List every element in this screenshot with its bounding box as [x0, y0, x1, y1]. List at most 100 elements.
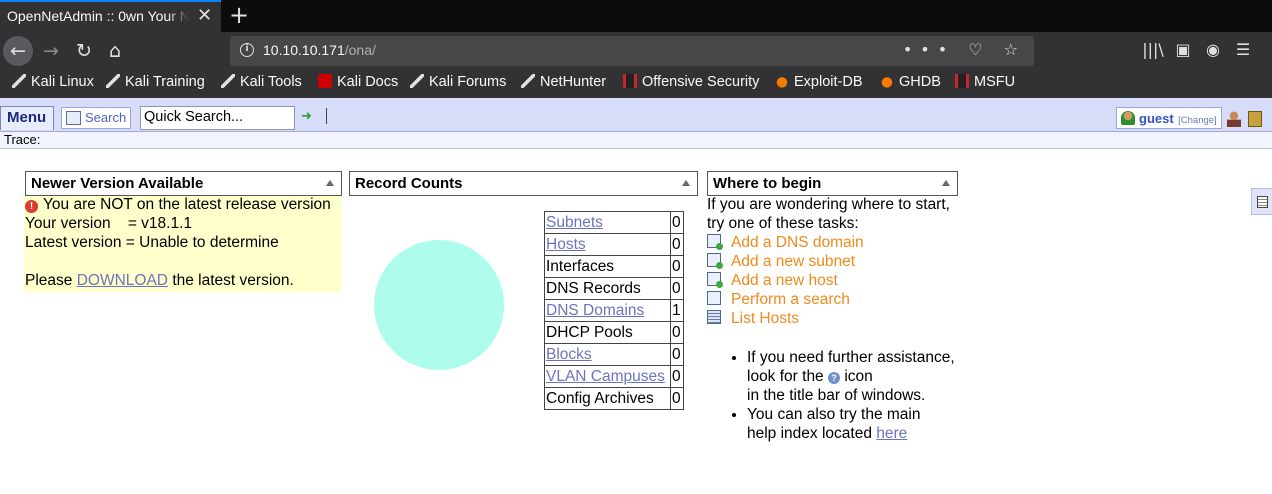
record-count-row: DHCP Pools 0	[544, 321, 684, 344]
bookmark-kali-training[interactable]: Kali Training	[106, 74, 205, 90]
browser-tab-bar: OpenNetAdmin :: 0wn Your Network ✕ +	[0, 0, 1272, 32]
help-list: If you need further assistance, look for…	[730, 348, 955, 443]
add-page-icon	[707, 234, 723, 250]
record-counts-title[interactable]: Record Counts	[349, 171, 698, 196]
help-item-index: You can also try the main help index loc…	[747, 405, 955, 443]
task-add-subnet[interactable]: Add a new subnet	[707, 253, 855, 271]
side-panel-tab[interactable]	[1251, 188, 1272, 215]
version-panel-title[interactable]: Newer Version Available	[25, 171, 342, 196]
add-page-icon	[707, 272, 723, 288]
logout-icon[interactable]	[1248, 111, 1262, 127]
new-tab-icon[interactable]: +	[229, 2, 249, 28]
record-counts-table: Subnets 0 Hosts 0 Interfaces 0 DNS Records 0 DNS…	[544, 211, 684, 410]
where-to-begin-title[interactable]: Where to begin	[707, 171, 958, 196]
kali-dragon-icon	[221, 74, 235, 88]
calculator-icon	[1257, 196, 1268, 208]
record-type-cell[interactable]: Blocks	[544, 343, 671, 366]
task-list-hosts[interactable]: List Hosts	[707, 310, 799, 328]
collapse-icon[interactable]	[942, 180, 950, 186]
user-admin-icon[interactable]	[1227, 111, 1241, 127]
bookmarks-bar: Kali Linux Kali Training Kali Tools Kali…	[0, 70, 1272, 98]
hamburger-menu-icon[interactable]: ☰	[1228, 40, 1258, 59]
kali-dragon-icon	[106, 74, 120, 88]
user-name[interactable]: guest	[1139, 111, 1174, 126]
begin-intro-1: If you are wondering where to start,	[707, 196, 950, 213]
toolbar-icons: |||\ ▣ ◉ ☰	[1138, 40, 1258, 59]
record-count-value: 0	[670, 233, 684, 256]
record-type-label[interactable]: Subnets	[546, 214, 603, 231]
page-actions-icons[interactable]: ••• ♡ ☆	[903, 40, 1026, 59]
home-icon[interactable]: ⌂	[100, 36, 130, 66]
browser-tab[interactable]: OpenNetAdmin :: 0wn Your Network ✕	[0, 0, 221, 32]
download-link[interactable]: DOWNLOAD	[77, 272, 168, 289]
go-arrow-icon[interactable]: ➜	[301, 109, 313, 124]
record-count-value: 0	[670, 365, 684, 388]
user-box[interactable]: guest [Change]	[1116, 107, 1222, 129]
forward-icon[interactable]: →	[36, 36, 66, 66]
url-path: /ona/	[344, 42, 376, 58]
search-page-icon	[707, 291, 721, 305]
bookmark-kali-forums[interactable]: Kali Forums	[410, 74, 506, 90]
bookmark-exploit-db[interactable]: Exploit-DB	[775, 74, 863, 90]
bookmark-offensive-security[interactable]: Offensive Security	[623, 74, 759, 90]
task-add-dns-domain[interactable]: Add a DNS domain	[707, 234, 864, 252]
bookmark-nethunter[interactable]: NetHunter	[521, 74, 606, 90]
record-count-row: Config Archives 0	[544, 387, 684, 410]
record-count-value: 0	[670, 343, 684, 366]
trace-bar: Trace:	[0, 132, 1272, 149]
site-info-icon[interactable]: i	[240, 43, 254, 57]
msfu-icon	[955, 74, 969, 88]
record-count-value: 0	[670, 321, 684, 344]
record-type-label[interactable]: Hosts	[546, 236, 586, 253]
search-label: Search	[85, 110, 127, 125]
url-text[interactable]: 10.10.10.171/ona/	[263, 42, 376, 58]
record-type-label: Interfaces	[546, 257, 615, 275]
collapse-icon[interactable]	[682, 180, 690, 186]
sidebar-icon[interactable]: ▣	[1168, 40, 1198, 59]
kali-dragon-icon	[410, 74, 424, 88]
account-icon[interactable]: ◉	[1198, 40, 1228, 59]
begin-intro-2: try one of these tasks:	[707, 215, 859, 232]
record-type-cell: DHCP Pools	[544, 321, 671, 344]
bookmark-kali-tools[interactable]: Kali Tools	[221, 74, 302, 90]
bookmark-kali-linux[interactable]: Kali Linux	[12, 74, 94, 90]
url-bar[interactable]: i 10.10.10.171/ona/ ••• ♡ ☆	[230, 36, 1034, 66]
offsec-icon	[623, 74, 637, 88]
url-host: 10.10.10.171	[263, 42, 345, 58]
bookmark-ghdb[interactable]: GHDB	[880, 74, 941, 90]
divider	[326, 108, 327, 124]
record-type-cell[interactable]: VLAN Campuses	[544, 365, 671, 388]
menu-button[interactable]: Menu	[0, 106, 54, 130]
browser-nav-bar: ← → ↻ ⌂ i 10.10.10.171/ona/ ••• ♡ ☆	[0, 32, 1272, 70]
record-type-label[interactable]: VLAN Campuses	[546, 368, 665, 385]
record-type-cell[interactable]: Hosts	[544, 233, 671, 256]
record-count-value: 0	[670, 387, 684, 410]
close-tab-icon[interactable]: ✕	[197, 6, 212, 26]
record-count-row: DNS Domains 1	[544, 299, 684, 322]
library-icon[interactable]: |||\	[1138, 40, 1168, 59]
nethunter-icon	[521, 74, 535, 88]
record-type-label: Config Archives	[546, 389, 654, 407]
record-count-value: 0	[670, 211, 684, 234]
change-user-link[interactable]: [Change]	[1178, 115, 1217, 126]
bookmark-msfu[interactable]: MSFU	[955, 74, 1015, 90]
record-type-label[interactable]: Blocks	[546, 346, 592, 363]
quick-search-input[interactable]: Quick Search...	[140, 106, 295, 130]
back-icon[interactable]: ←	[3, 36, 33, 66]
bookmark-kali-docs[interactable]: Kali Docs	[318, 74, 398, 90]
warning-icon: !	[25, 200, 38, 213]
add-page-icon	[707, 253, 723, 269]
record-type-label[interactable]: DNS Domains	[546, 302, 644, 319]
help-index-link[interactable]: here	[876, 425, 907, 442]
collapse-icon[interactable]	[326, 180, 334, 186]
record-type-label: DNS Records	[546, 279, 641, 297]
user-icon	[1121, 111, 1135, 125]
search-button[interactable]: Search	[61, 107, 131, 129]
reload-icon[interactable]: ↻	[69, 36, 99, 66]
task-perform-search[interactable]: Perform a search	[707, 291, 850, 309]
record-type-cell[interactable]: DNS Domains	[544, 299, 671, 322]
record-type-cell[interactable]: Subnets	[544, 211, 671, 234]
record-count-row: Subnets 0	[544, 211, 684, 234]
ona-menu-bar: Menu Search Quick Search... ➜ guest [Cha…	[0, 98, 1272, 132]
task-add-host[interactable]: Add a new host	[707, 272, 838, 290]
